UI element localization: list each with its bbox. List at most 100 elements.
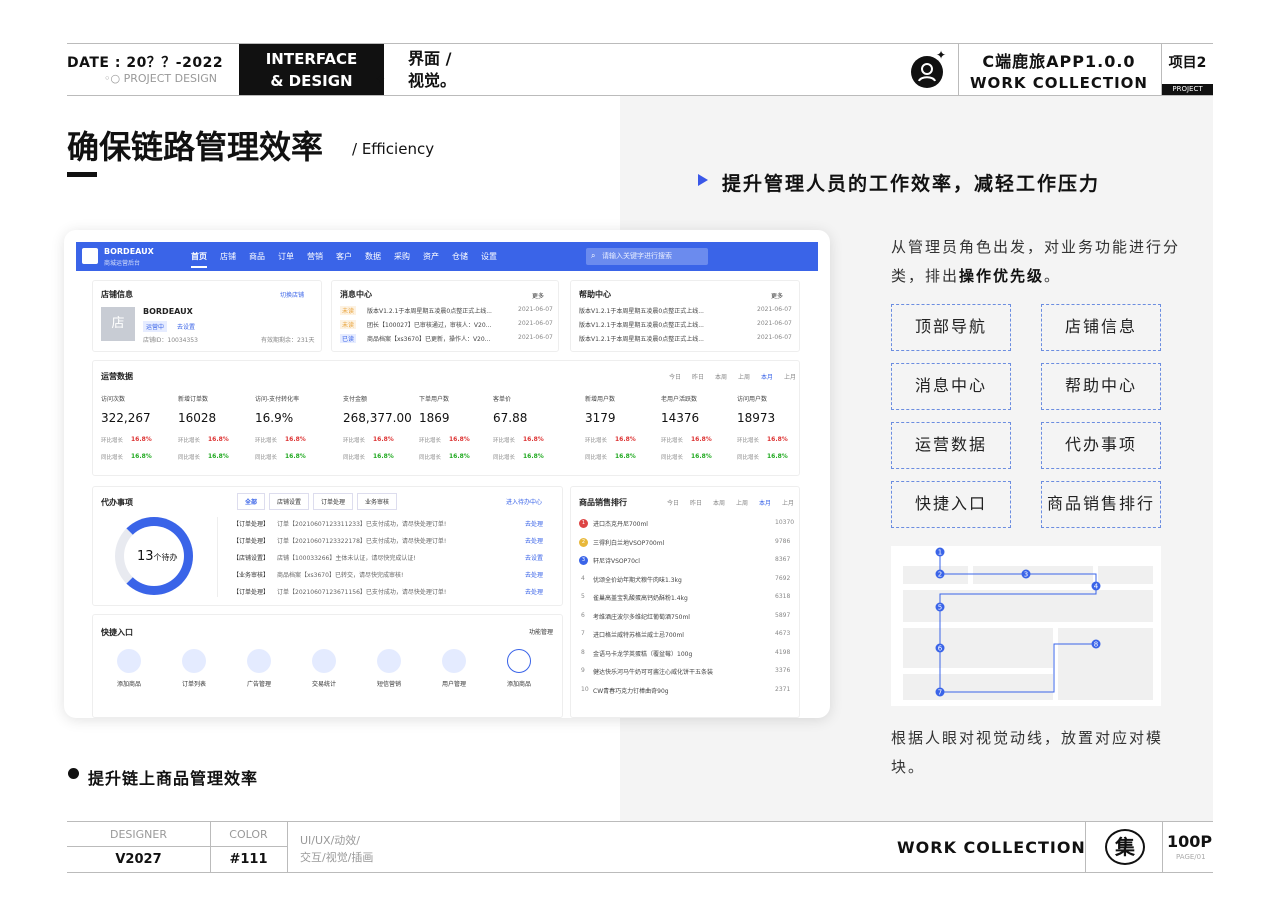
period-tab-active[interactable]: 本月	[761, 372, 773, 381]
todo-action-link[interactable]: 去处理	[525, 519, 543, 528]
todo-tab-all[interactable]: 全部	[237, 493, 266, 510]
metric-label: 新增订单数	[178, 396, 209, 403]
desc-bold: 操作优先级	[959, 267, 1045, 285]
quick-icon[interactable]	[312, 649, 336, 673]
nav-item-orders[interactable]: 订单	[278, 251, 294, 262]
metric-label: 支付金额	[343, 396, 368, 403]
quick-label[interactable]: 短信营销	[371, 679, 407, 688]
metric-yoy-label: 同比增长	[255, 455, 278, 461]
period-tab[interactable]: 昨日	[692, 372, 704, 381]
help-more-link[interactable]: 更多	[771, 291, 783, 300]
quick-label[interactable]: 添加商品	[111, 679, 147, 688]
nav-item-storage[interactable]: 仓储	[452, 251, 468, 262]
jm-label: 界面 / 视觉。	[408, 48, 456, 92]
nav-item-assets[interactable]: 资产	[423, 251, 439, 262]
quick-icon[interactable]	[507, 649, 531, 673]
quick-label[interactable]: 订单列表	[176, 679, 212, 688]
rank-item-name[interactable]: 进口格兰威特苏格兰威士忌700ml	[593, 630, 684, 639]
todo-tab-shop[interactable]: 店铺设置	[269, 493, 310, 510]
todo-action-link[interactable]: 去处理	[525, 570, 543, 579]
rank-item-name[interactable]: 金语马卡龙学英蛋糕（覆盆莓）100g	[593, 649, 692, 658]
period-tab[interactable]: 上月	[784, 372, 796, 381]
period-tab[interactable]: 今日	[669, 372, 681, 381]
footer-bottom-rule	[67, 872, 1213, 873]
ranking-card: 商品销售排行 今日 昨日 本周 上周 本月 上月 1 进口杰克丹尼700ml 103…	[570, 486, 800, 718]
rank-number: 6	[581, 611, 585, 619]
shop-avatar: 店	[101, 307, 135, 341]
metric-yoy-value: 16.8%	[691, 453, 712, 460]
nav-item-data[interactable]: 数据	[365, 251, 381, 262]
period-tab[interactable]: 今日	[667, 498, 679, 507]
nav-item-home[interactable]: 首页	[191, 251, 207, 268]
quick-icon[interactable]	[182, 649, 206, 673]
rank-item-name[interactable]: 雀巢高盖宝乳酸蛋高钙奶酥粉1.4kg	[593, 593, 688, 602]
metric-label: 老用户活跃数	[661, 396, 698, 403]
todo-category: 【订单处理】	[233, 538, 270, 545]
help-text[interactable]: 版本V1.2.1于本周星期五凌晨0点整正式上线...	[579, 306, 704, 315]
nav-item-customers[interactable]: 客户	[336, 251, 352, 262]
msg-text[interactable]: 团长【100027】已审核通过，审核人：V20...	[367, 320, 491, 329]
help-text[interactable]: 版本V1.2.1于本周星期五凌晨0点整正式上线...	[579, 320, 704, 329]
quick-icon[interactable]	[377, 649, 401, 673]
period-tab[interactable]: 本周	[715, 372, 727, 381]
rank-item-name[interactable]: 轩尼诗VSOP70cl	[593, 556, 640, 565]
quick-label[interactable]: 添加商品	[501, 679, 537, 688]
todo-action-link[interactable]: 去处理	[525, 536, 543, 545]
right-heading: 提升管理人员的工作效率，减轻工作压力	[722, 173, 1101, 195]
shop-status-badge: 运营中	[143, 321, 168, 332]
nav-item-marketing[interactable]: 营销	[307, 251, 323, 262]
metric-value: 18973	[737, 411, 776, 425]
quick-label[interactable]: 交易统计	[306, 679, 342, 688]
messages-more-link[interactable]: 更多	[532, 291, 544, 300]
rank-number: 7	[581, 630, 585, 637]
nav-item-settings[interactable]: 设置	[481, 251, 497, 262]
rank-item-name[interactable]: 三得利白兰地VSOP700ml	[593, 538, 664, 547]
quick-icon[interactable]	[117, 649, 141, 673]
flow-point-label: 1	[938, 549, 942, 557]
todo-tab-order[interactable]: 订单处理	[313, 493, 354, 510]
help-title: 帮助中心	[579, 290, 611, 299]
rank-item-name[interactable]: CW青春巧克力钉棒曲奇90g	[593, 686, 669, 695]
todo-action-link[interactable]: 去设置	[525, 553, 543, 562]
module-top-nav: 顶部导航	[891, 304, 1011, 351]
shop-setup-link[interactable]: 去设置	[177, 322, 195, 331]
msg-text[interactable]: 版本V1.2.1于本周星期五凌晨0点整正式上线...	[367, 306, 492, 315]
quick-label[interactable]: 用户管理	[436, 679, 472, 688]
nav-item-purchase[interactable]: 采购	[394, 251, 410, 262]
search-input[interactable]: 请输入关键字进行搜索	[586, 248, 708, 265]
metric-value: 322,267	[101, 411, 151, 425]
metric-value: 268,377.00	[343, 411, 412, 425]
quick-label[interactable]: 广告管理	[241, 679, 277, 688]
period-tab[interactable]: 上月	[782, 498, 794, 507]
metric-value: 14376	[661, 411, 700, 425]
quick-icon[interactable]	[442, 649, 466, 673]
metric-label: 访问次数	[101, 396, 126, 403]
period-tab[interactable]: 昨日	[690, 498, 702, 507]
todo-enter-link[interactable]: 进入待办中心	[506, 497, 542, 506]
todo-action-link[interactable]: 去处理	[525, 587, 543, 596]
flow-caption: 根据人眼对视觉动线，放置对应对模块。	[891, 729, 1164, 776]
help-text[interactable]: 版本V1.2.1于本周星期五凌晨0点整正式上线...	[579, 334, 704, 343]
nav-item-goods[interactable]: 商品	[249, 251, 265, 262]
period-tab[interactable]: 上周	[738, 372, 750, 381]
quick-icon[interactable]	[247, 649, 271, 673]
rank-item-value: 4198	[775, 648, 791, 656]
period-tab-active[interactable]: 本月	[759, 498, 771, 507]
title-bar-decoration	[67, 172, 97, 177]
quick-manage-link[interactable]: 功能管理	[529, 627, 553, 636]
period-tab[interactable]: 上周	[736, 498, 748, 507]
period-tab[interactable]: 本周	[713, 498, 725, 507]
rank-item-name[interactable]: 优颂全价幼年期犬粮牛肉味1.3kg	[593, 575, 682, 584]
rank-item-name[interactable]: 进口杰克丹尼700ml	[593, 519, 648, 528]
app-title: C端鹿旅APP1.0.0	[982, 52, 1136, 71]
project-design-label: ◦○ PROJECT DESIGN	[104, 72, 218, 85]
todo-tab-review[interactable]: 业务审核	[357, 493, 398, 510]
nav-item-shop[interactable]: 店铺	[220, 251, 236, 262]
shop-info-card: 店铺信息 切换店铺 店 BORDEAUX 运营中 去设置 店铺ID：100343…	[92, 280, 322, 352]
switch-shop-link[interactable]: 切换店铺	[280, 290, 304, 299]
rank-item-name[interactable]: 考维酒庄波尔多维纪红葡萄酒750ml	[593, 612, 690, 621]
msg-text[interactable]: 商品档案【xs3670】已更新，操作人：V20...	[367, 334, 490, 343]
rank-item-name[interactable]: 健达快乐河马牛奶可可酱注心威化饼干五条装	[593, 667, 713, 676]
metric-yoy-label: 同比增长	[737, 455, 760, 461]
shop-id: 店铺ID：10034353	[143, 337, 198, 344]
